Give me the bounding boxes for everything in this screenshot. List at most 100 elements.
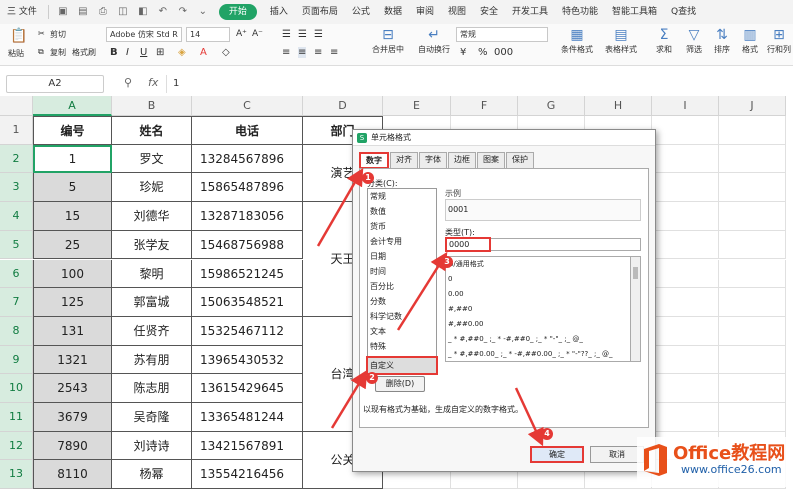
- tab-start[interactable]: 开始: [218, 4, 257, 20]
- dialog-tab-1[interactable]: 对齐: [390, 152, 418, 168]
- header-cell[interactable]: 姓名: [112, 116, 192, 145]
- sum-button[interactable]: Σ 求和: [652, 26, 676, 55]
- id-cell[interactable]: 25: [33, 230, 112, 260]
- category-item[interactable]: 常规: [368, 189, 436, 204]
- empty-cell[interactable]: [652, 202, 719, 231]
- phone-cell[interactable]: 15325467112: [192, 316, 303, 346]
- phone-cell[interactable]: 15063548521: [192, 288, 303, 317]
- empty-cell[interactable]: [652, 316, 719, 346]
- type-list[interactable]: G/通用格式 0 0.00 #,##0 #,##0.00 _ * #,##0_ ;_ * …: [445, 256, 631, 362]
- category-item[interactable]: 自定义: [366, 356, 438, 375]
- category-item[interactable]: 百分比: [368, 279, 436, 294]
- category-item[interactable]: 分数: [368, 294, 436, 309]
- empty-cell[interactable]: [652, 288, 719, 317]
- align-middle-icon[interactable]: ☰: [298, 29, 307, 40]
- name-cell[interactable]: 陈志朋: [112, 374, 192, 403]
- format-button[interactable]: ▥ 格式: [738, 26, 762, 55]
- type-list-item[interactable]: #,##0.00: [446, 317, 630, 332]
- name-cell[interactable]: 郭富城: [112, 288, 192, 317]
- name-cell[interactable]: 罗文: [112, 144, 192, 174]
- currency-icon[interactable]: ¥: [460, 47, 466, 58]
- underline-button[interactable]: U: [140, 47, 147, 58]
- column-header-c[interactable]: C: [192, 96, 303, 116]
- type-list-item[interactable]: _ * #,##0.00_ ;_ * -#,##0.00_ ;_ * "-"??…: [446, 347, 630, 361]
- id-cell[interactable]: 15: [33, 202, 112, 231]
- empty-cell[interactable]: [719, 116, 786, 145]
- empty-cell[interactable]: [652, 374, 719, 403]
- conditional-format-button[interactable]: ▦ 条件格式: [556, 26, 598, 55]
- empty-cell[interactable]: [652, 230, 719, 260]
- column-header-b[interactable]: B: [112, 96, 192, 116]
- tab-page-layout[interactable]: 页面布局: [295, 0, 345, 24]
- empty-cell[interactable]: [719, 374, 786, 403]
- name-cell[interactable]: 刘诗诗: [112, 431, 192, 461]
- id-cell[interactable]: 131: [33, 316, 112, 346]
- font-name-select[interactable]: Adobe 仿宋 Std R: [106, 27, 182, 42]
- type-input-extension[interactable]: [491, 238, 641, 251]
- empty-cell[interactable]: [719, 345, 786, 375]
- fill-color-icon[interactable]: ◈: [178, 47, 186, 58]
- category-item[interactable]: 货币: [368, 219, 436, 234]
- sort-button[interactable]: ⇅ 排序: [710, 26, 734, 55]
- empty-cell[interactable]: [652, 403, 719, 432]
- table-style-button[interactable]: ▤ 表格样式: [600, 26, 642, 55]
- type-list-item[interactable]: G/通用格式: [446, 257, 630, 272]
- cut-icon[interactable]: ✂: [38, 29, 45, 38]
- row-col-button[interactable]: ⊞ 行和列: [766, 26, 792, 55]
- fx-icon[interactable]: fx: [148, 76, 158, 89]
- empty-cell[interactable]: [652, 144, 719, 174]
- align-right-icon[interactable]: ≡: [314, 47, 322, 58]
- increase-font-icon[interactable]: A⁺: [236, 29, 247, 39]
- column-header-h[interactable]: H: [585, 96, 652, 116]
- id-cell[interactable]: 125: [33, 288, 112, 317]
- empty-cell[interactable]: [719, 316, 786, 346]
- column-header-f[interactable]: F: [451, 96, 518, 116]
- paste-icon[interactable]: 📋: [10, 28, 28, 44]
- clear-icon[interactable]: ◇: [222, 47, 230, 58]
- decrease-font-icon[interactable]: A⁻: [252, 29, 263, 39]
- file-menu[interactable]: 三 文件: [0, 0, 44, 24]
- column-header-i[interactable]: I: [652, 96, 719, 116]
- tab-smart-toolbox[interactable]: 智能工具箱: [605, 0, 664, 24]
- copy-icon[interactable]: ⧉: [38, 47, 44, 57]
- category-item[interactable]: 文本: [368, 324, 436, 339]
- name-cell[interactable]: 黎明: [112, 259, 192, 289]
- empty-cell[interactable]: [652, 116, 719, 145]
- tab-developer[interactable]: 开发工具: [505, 0, 555, 24]
- cut-button[interactable]: 剪切: [50, 29, 66, 40]
- search-box[interactable]: Q查找: [664, 0, 703, 24]
- export-icon[interactable]: ◧: [136, 5, 150, 19]
- phone-cell[interactable]: 15865487896: [192, 173, 303, 203]
- row-header-11[interactable]: 11: [0, 403, 33, 432]
- id-cell[interactable]: 100: [33, 259, 112, 289]
- header-cell[interactable]: 编号: [33, 116, 112, 145]
- align-left-icon[interactable]: ≡: [282, 47, 290, 58]
- empty-cell[interactable]: [652, 345, 719, 375]
- column-header-e[interactable]: E: [383, 96, 451, 116]
- empty-cell[interactable]: [652, 173, 719, 203]
- tab-security[interactable]: 安全: [473, 0, 505, 24]
- category-item[interactable]: 科学记数: [368, 309, 436, 324]
- name-cell[interactable]: 杨幂: [112, 460, 192, 489]
- phone-cell[interactable]: 13554216456: [192, 460, 303, 489]
- type-list-item[interactable]: 0.00: [446, 287, 630, 302]
- phone-cell[interactable]: 13615429645: [192, 374, 303, 403]
- category-item[interactable]: 数值: [368, 204, 436, 219]
- chevron-down-icon[interactable]: ⌄: [196, 5, 210, 19]
- print-icon[interactable]: ⎙: [96, 5, 110, 19]
- font-size-select[interactable]: 14: [186, 27, 230, 42]
- empty-cell[interactable]: [652, 259, 719, 289]
- row-header-8[interactable]: 8: [0, 316, 33, 346]
- tab-data[interactable]: 数据: [377, 0, 409, 24]
- wrap-text-button[interactable]: ↵ 自动换行: [414, 26, 454, 55]
- column-header-a[interactable]: A: [33, 96, 112, 116]
- row-header-4[interactable]: 4: [0, 202, 33, 231]
- type-list-item[interactable]: #,##0: [446, 302, 630, 317]
- name-cell[interactable]: 任贤齐: [112, 316, 192, 346]
- save-icon[interactable]: ▣: [56, 5, 70, 19]
- type-input[interactable]: 0000: [445, 237, 491, 252]
- open-icon[interactable]: ▤: [76, 5, 90, 19]
- category-item[interactable]: 会计专用: [368, 234, 436, 249]
- bold-button[interactable]: B: [110, 47, 118, 58]
- dialog-tab-3[interactable]: 边框: [448, 152, 476, 168]
